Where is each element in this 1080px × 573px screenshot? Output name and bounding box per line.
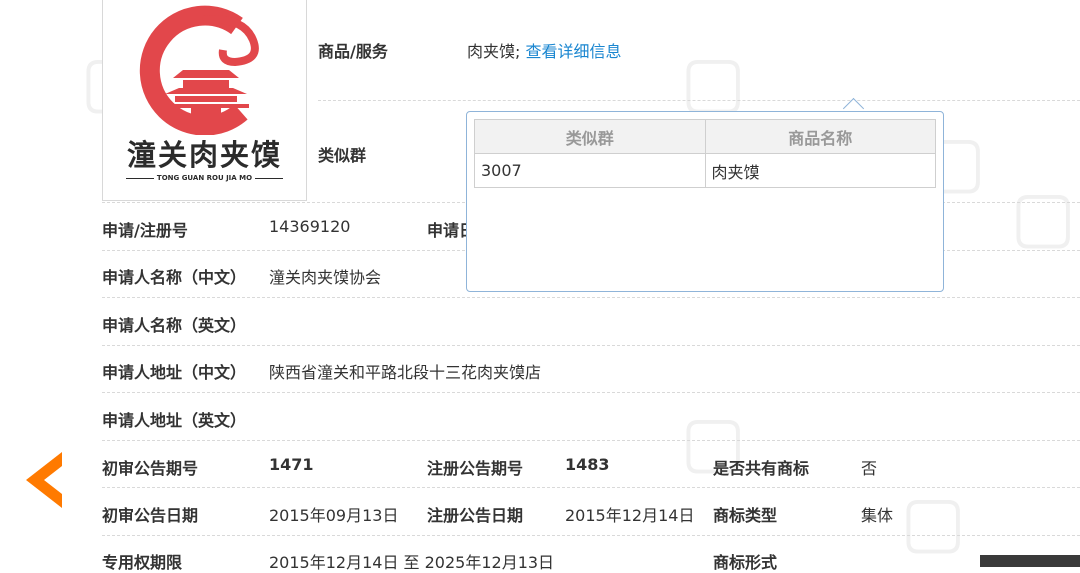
divider bbox=[102, 487, 1080, 488]
divider bbox=[102, 345, 1080, 346]
trademark-subtitle: TONG GUAN ROU JIA MO bbox=[103, 174, 306, 182]
term-value: 2015年12月14日 至 2025年12月13日 bbox=[269, 553, 555, 572]
shared-label: 是否共有商标 bbox=[713, 459, 810, 478]
table-row: 3007 肉夹馍 bbox=[474, 153, 936, 188]
term-label: 专用权期限 bbox=[102, 553, 183, 572]
view-details-link[interactable]: 查看详细信息 bbox=[526, 42, 622, 61]
table-header-row: 类似群 商品名称 bbox=[474, 119, 936, 154]
table-cell: 肉夹馍 bbox=[704, 153, 936, 188]
divider bbox=[102, 392, 1080, 393]
prelim-no-value: 1471 bbox=[269, 455, 314, 474]
watermark: ▢ bbox=[900, 480, 967, 562]
reg-notice-no-label: 注册公告期号 bbox=[427, 459, 524, 478]
table-cell: 3007 bbox=[474, 153, 706, 188]
prelim-date-value: 2015年09月13日 bbox=[269, 506, 399, 525]
form-label: 商标形式 bbox=[713, 553, 778, 572]
divider bbox=[102, 440, 1080, 441]
similar-group-table: 类似群 商品名称 3007 肉夹馍 bbox=[474, 119, 936, 188]
divider bbox=[318, 100, 1080, 101]
reg-notice-no-value: 1483 bbox=[565, 455, 610, 474]
column-header: 类似群 bbox=[474, 119, 706, 154]
divider bbox=[102, 297, 1080, 298]
shared-value: 否 bbox=[861, 459, 878, 478]
type-label: 商标类型 bbox=[713, 506, 778, 525]
chevron-left-icon bbox=[26, 452, 62, 508]
goods-label: 商品/服务 bbox=[318, 42, 388, 61]
prev-nav-button[interactable] bbox=[24, 450, 64, 510]
address-cn-label: 申请人地址（中文） bbox=[102, 363, 247, 382]
goods-text: 肉夹馍; bbox=[467, 42, 521, 61]
goods-value: 肉夹馍; 查看详细信息 bbox=[467, 38, 622, 62]
reg-no-label: 申请/注册号 bbox=[102, 221, 188, 240]
applicant-cn-label: 申请人名称（中文） bbox=[102, 268, 247, 287]
similar-group-popup: 类似群 商品名称 3007 肉夹馍 bbox=[466, 111, 944, 292]
trademark-image: 潼关肉夹馍 TONG GUAN ROU JIA MO bbox=[102, 0, 307, 201]
divider bbox=[102, 535, 1080, 536]
reg-no-value: 14369120 bbox=[269, 217, 351, 236]
similar-group-label: 类似群 bbox=[318, 146, 367, 165]
address-cn-value: 陕西省潼关和平路北段十三花肉夹馍店 bbox=[269, 363, 542, 382]
reg-notice-date-value: 2015年12月14日 bbox=[565, 506, 695, 525]
applicant-en-label: 申请人名称（英文） bbox=[102, 316, 247, 335]
address-en-label: 申请人地址（英文） bbox=[102, 411, 247, 430]
applicant-cn-value: 潼关肉夹馍协会 bbox=[269, 268, 382, 287]
watermark: ▢ bbox=[1010, 175, 1077, 257]
prelim-date-label: 初审公告日期 bbox=[102, 506, 199, 525]
column-header: 商品名称 bbox=[704, 119, 936, 154]
watermark: ▢ bbox=[680, 40, 747, 122]
type-value: 集体 bbox=[861, 506, 894, 525]
corner-bar bbox=[980, 555, 1080, 567]
prelim-no-label: 初审公告期号 bbox=[102, 459, 199, 478]
trademark-title: 潼关肉夹馍 bbox=[126, 138, 282, 172]
trademark-emblem bbox=[139, 5, 259, 135]
reg-notice-date-label: 注册公告日期 bbox=[427, 506, 524, 525]
